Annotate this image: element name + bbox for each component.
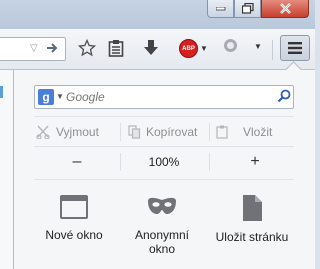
clipboard-icon	[108, 40, 124, 57]
divider	[34, 146, 294, 147]
addon-dropdown-icon[interactable]: ▼	[254, 42, 262, 51]
search-placeholder: Google	[66, 90, 105, 104]
toolbar-separator	[272, 40, 273, 60]
window-controls	[207, 0, 309, 19]
close-icon	[279, 3, 291, 14]
chevron-down-icon[interactable]: ▼	[200, 44, 208, 53]
new-window-label: Nové okno	[45, 228, 103, 242]
zoom-out-button[interactable]: –	[64, 150, 90, 174]
star-icon	[78, 39, 96, 57]
adblock-icon: ABP	[179, 39, 198, 58]
ring-icon	[224, 39, 237, 52]
page-content-edge	[0, 70, 13, 269]
minimize-icon	[215, 6, 225, 10]
private-window-label-line1: Anonymní	[134, 228, 190, 242]
copy-button[interactable]: Kopírovat	[128, 121, 197, 143]
divider	[120, 153, 121, 171]
divider	[34, 116, 294, 117]
edit-controls: Vyjmout Kopírovat Vložit	[34, 121, 294, 143]
zoom-in-button[interactable]: +	[242, 150, 268, 174]
title-bar	[0, 0, 315, 29]
cut-label: Vyjmout	[56, 125, 99, 139]
adblock-button[interactable]: ABP ▼	[179, 39, 208, 58]
minimize-button[interactable]	[207, 0, 234, 18]
arrow-right-icon[interactable]	[45, 41, 59, 58]
downloads-button[interactable]	[143, 39, 159, 57]
search-field[interactable]: g ▼ Google	[34, 85, 294, 109]
open-menu-button[interactable]	[280, 35, 310, 61]
new-window-button[interactable]: Nové okno	[29, 194, 119, 242]
navigation-toolbar: ▽ ABP ▼ ▼	[0, 29, 315, 70]
cut-button[interactable]: Vyjmout	[36, 121, 99, 143]
page-accent-mark	[0, 86, 3, 98]
main-menu-panel: g ▼ Google Vyjmout Kopírovat Vložit – 10…	[13, 70, 315, 269]
mask-icon	[148, 197, 176, 214]
hamburger-menu-icon	[288, 42, 302, 54]
divider	[209, 123, 210, 141]
zoom-controls: – 100% +	[34, 150, 294, 174]
save-page-label: Uložit stránku	[215, 230, 289, 244]
search-icon[interactable]	[277, 89, 291, 106]
zoom-reset-button[interactable]: 100%	[139, 150, 189, 174]
paste-label: Vložit	[243, 125, 273, 139]
private-window-button[interactable]: Anonymní okno	[117, 194, 207, 256]
scissors-icon	[36, 125, 50, 139]
divider	[120, 123, 121, 141]
reading-list-button[interactable]	[108, 39, 124, 57]
download-arrow-icon	[144, 40, 158, 55]
bookmark-button[interactable]	[78, 39, 96, 57]
private-window-label: Anonymní okno	[135, 228, 189, 256]
paste-icon	[216, 125, 228, 139]
engine-dropdown-icon[interactable]: ▼	[56, 92, 64, 101]
page-icon	[243, 195, 262, 221]
url-bar[interactable]: ▽	[0, 37, 66, 61]
addon-button[interactable]	[224, 39, 237, 52]
copy-icon	[128, 125, 141, 139]
paste-button[interactable]: Vložit	[216, 121, 272, 143]
copy-label: Kopírovat	[146, 125, 198, 139]
close-button[interactable]	[261, 0, 309, 18]
new-window-icon	[60, 195, 88, 219]
divider	[209, 153, 210, 171]
private-window-label-line2: okno	[148, 242, 176, 256]
triangle-down-icon[interactable]: ▽	[30, 43, 38, 54]
restore-icon	[241, 3, 254, 14]
google-g-icon[interactable]: g	[38, 89, 54, 105]
save-page-button[interactable]: Uložit stránku	[207, 194, 297, 244]
divider	[34, 179, 294, 180]
restore-button[interactable]	[234, 0, 261, 18]
primary-actions: Nové okno Anonymní okno Uložit stránku	[34, 194, 294, 264]
